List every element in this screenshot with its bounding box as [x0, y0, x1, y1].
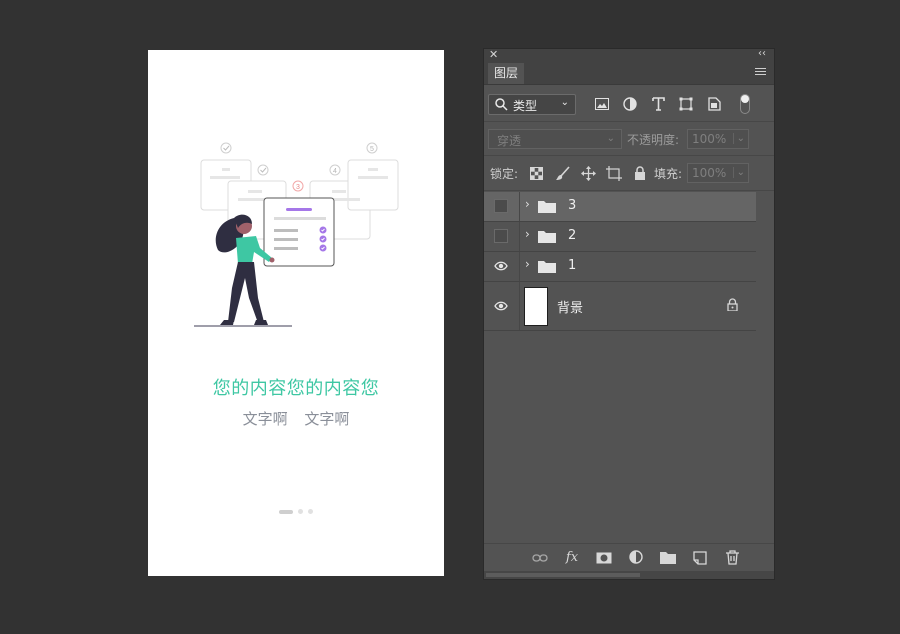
folder-icon [538, 231, 556, 243]
opacity-value: 100% [692, 132, 727, 146]
smart-object-filter-icon[interactable] [706, 96, 722, 112]
lock-row: 锁定: 填充: 100% ⌄ [484, 156, 774, 191]
lock-position-move-icon[interactable] [580, 165, 596, 181]
visibility-toggle-off[interactable] [494, 199, 508, 213]
folder-icon [538, 261, 556, 273]
opacity-field[interactable]: 100% ⌄ [687, 129, 749, 149]
onboarding-subtext: 文字啊 文字啊 [148, 408, 444, 429]
subtext-1: 文字啊 [242, 410, 288, 428]
expand-chevron-icon[interactable]: › [525, 197, 530, 211]
blend-mode-select[interactable]: 穿透 ⌄ [488, 129, 622, 149]
fill-field[interactable]: 100% ⌄ [687, 163, 749, 183]
fill-value: 100% [692, 166, 727, 180]
panel-menu-icon[interactable] [755, 68, 766, 77]
fx-icon[interactable]: fx [562, 549, 582, 567]
delete-layer-icon[interactable] [722, 549, 742, 567]
adjustment-filter-icon[interactable] [622, 96, 638, 112]
search-icon [495, 98, 508, 111]
visibility-toggle-off[interactable] [494, 229, 508, 243]
layer-row-group-2[interactable]: › 2 [484, 222, 756, 252]
canvas-artboard[interactable]: 3 4 5 您的内容您的内容您 文字啊 文字啊 [148, 50, 444, 576]
opacity-label: 不透明度: [627, 133, 680, 147]
checklist-illustration: 3 4 5 [194, 142, 399, 327]
layer-name[interactable]: 3 [568, 198, 576, 213]
chevron-down-icon: ⌄ [560, 97, 569, 108]
lock-label: 锁定: [490, 167, 519, 181]
page-dot[interactable] [298, 509, 303, 514]
image-filter-icon[interactable] [594, 96, 610, 112]
chevron-down-icon: ⌄ [606, 133, 615, 144]
collapse-panel-icon[interactable]: ‹‹ [758, 48, 766, 59]
lock-artboard-icon[interactable] [606, 165, 622, 181]
layer-row-group-1[interactable]: › 1 [484, 252, 756, 282]
layer-name[interactable]: 背景 [557, 297, 583, 316]
filter-kind-label: 类型 [513, 99, 538, 113]
shape-filter-icon[interactable] [678, 96, 694, 112]
tab-layers[interactable]: 图层 [488, 63, 525, 84]
filter-kind-select[interactable]: 类型 ⌄ [488, 94, 576, 115]
add-mask-icon[interactable] [594, 549, 614, 567]
adjustment-layer-icon[interactable] [626, 549, 646, 567]
new-group-icon[interactable] [658, 549, 678, 567]
folder-icon [538, 201, 556, 213]
layer-name[interactable]: 2 [568, 228, 576, 243]
layers-bottom-toolbar: fx [484, 543, 774, 571]
onboarding-headline: 您的内容您的内容您 [212, 378, 380, 399]
layer-name[interactable]: 1 [568, 258, 576, 273]
new-layer-icon[interactable] [690, 549, 710, 567]
close-panel-icon[interactable]: ✕ [489, 48, 498, 61]
step-number-5: 5 [370, 146, 374, 153]
blend-mode-value: 穿透 [497, 134, 522, 148]
layer-row-group-3[interactable]: › 3 [484, 192, 756, 222]
chevron-down-icon[interactable]: ⌄ [732, 167, 745, 178]
pagination-dots [148, 509, 444, 514]
fill-label: 填充: [654, 167, 683, 181]
panel-scrollbar[interactable] [484, 571, 774, 579]
fx-label: fx [565, 550, 579, 565]
layer-lock-icon[interactable] [727, 298, 738, 311]
layer-filter-row: 类型 ⌄ [484, 85, 774, 122]
page-dot[interactable] [308, 509, 313, 514]
filter-toggle[interactable] [740, 94, 750, 114]
expand-chevron-icon[interactable]: › [525, 227, 530, 241]
step-number-3: 3 [296, 184, 300, 191]
expand-chevron-icon[interactable]: › [525, 257, 530, 271]
type-filter-icon[interactable] [650, 96, 666, 112]
chevron-down-icon[interactable]: ⌄ [732, 133, 745, 144]
lock-pixels-brush-icon[interactable] [554, 165, 570, 181]
link-layers-icon[interactable] [530, 549, 550, 567]
step-number-4: 4 [333, 168, 337, 175]
page-dot-active[interactable] [279, 509, 293, 514]
subtext-2: 文字啊 [304, 410, 350, 428]
layer-thumbnail[interactable] [524, 287, 548, 326]
layer-list: › 3 › 2 › 1 背景 [484, 192, 756, 331]
lock-all-icon[interactable] [632, 165, 648, 181]
lock-transparency-icon[interactable] [528, 165, 544, 181]
eye-icon[interactable] [494, 259, 508, 273]
layers-panel: ✕ ‹‹ 图层 类型 ⌄ 穿透 ⌄ 不透明度: 100% ⌄ 锁定: 填充: 1… [483, 48, 775, 580]
panel-tabs: 图层 [484, 63, 774, 85]
layer-row-background[interactable]: 背景 [484, 282, 756, 331]
panel-title-bar: ✕ ‹‹ [484, 48, 774, 63]
blend-row: 穿透 ⌄ 不透明度: 100% ⌄ [484, 122, 774, 156]
eye-icon[interactable] [494, 299, 508, 313]
